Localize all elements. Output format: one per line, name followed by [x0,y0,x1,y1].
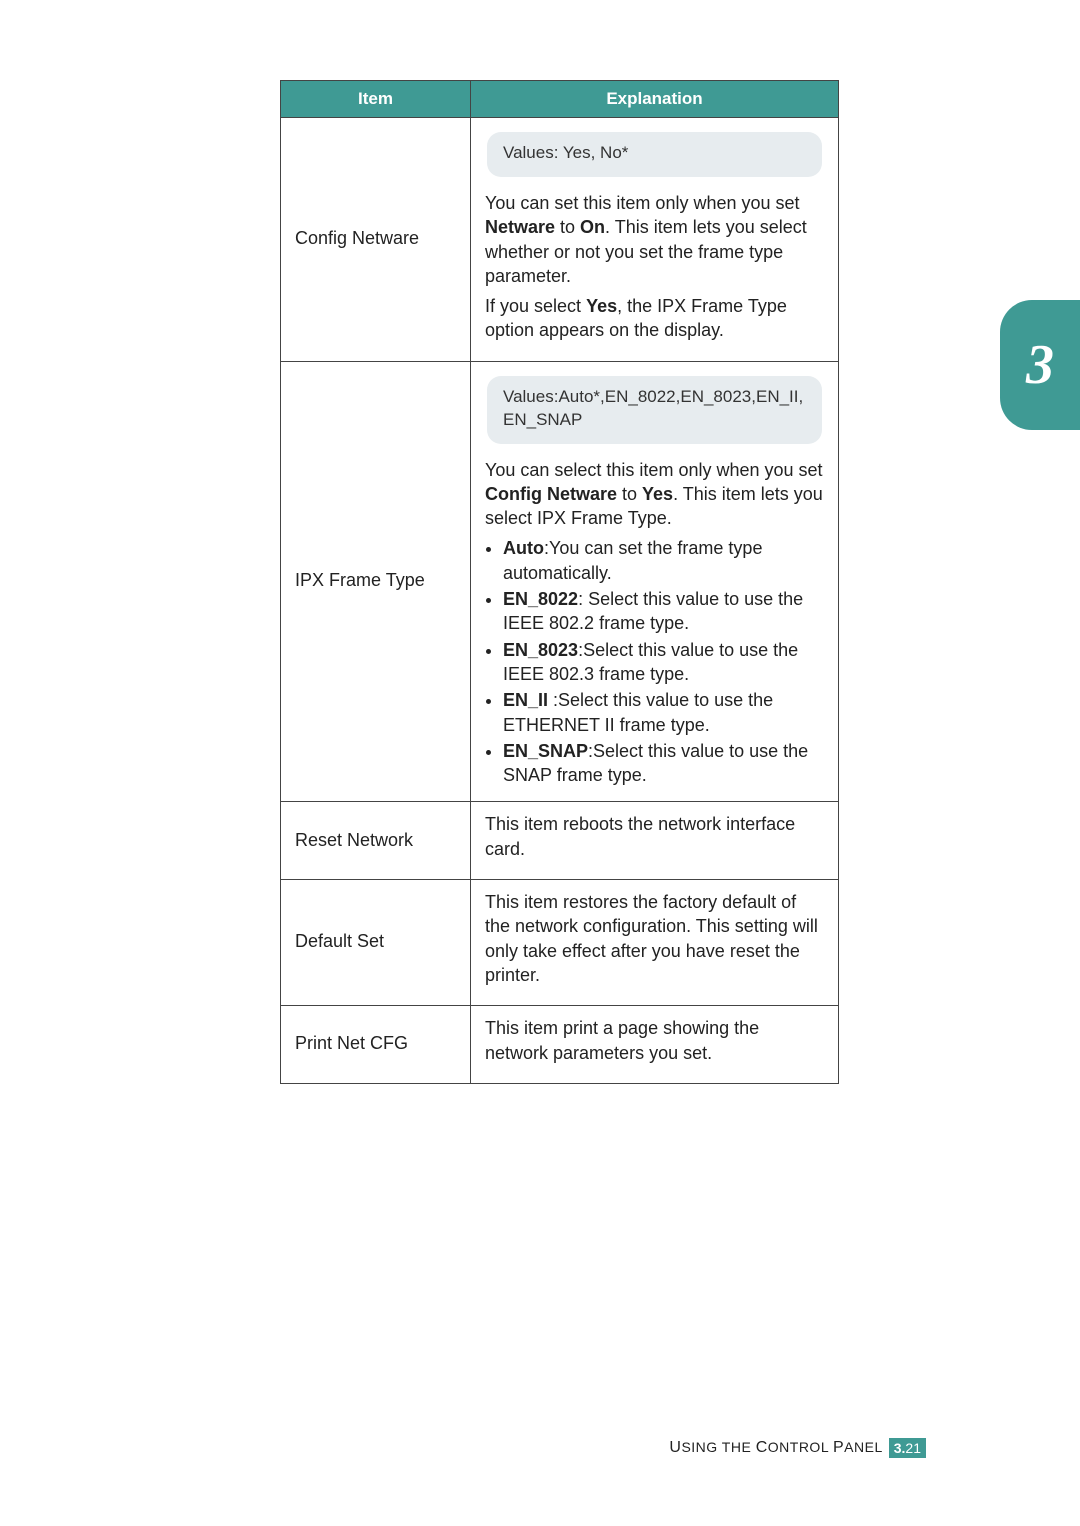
footer-section-title: USING THE CONTROL PANEL [669,1439,882,1457]
text-fragment: SING THE [681,1439,755,1455]
explanation-cell: This item print a page showing the netwo… [471,1006,839,1084]
item-name-ipx-frame-type: IPX Frame Type [281,361,471,802]
page-number-box: 3.21 [889,1438,926,1458]
text-fragment: You can select this item only when you s… [485,460,823,480]
text-fragment: P [833,1439,844,1456]
text-fragment: If you select [485,296,586,316]
values-pill: Values:Auto*,EN_8022,EN_8023,EN_II, EN_S… [487,376,822,444]
list-item: EN_8023:Select this value to use the IEE… [503,638,824,687]
list-item: Auto:You can set the frame type automati… [503,536,824,585]
bold-text: EN_II [503,690,548,710]
bold-text: On [580,217,605,237]
table-row: Default Set This item restores the facto… [281,880,839,1006]
bold-text: Yes [586,296,617,316]
explanation-text: If you select Yes, the IPX Frame Type op… [485,294,824,343]
explanation-text: You can set this item only when you set … [485,191,824,288]
table-header-row: Item Explanation [281,81,839,118]
page-footer: USING THE CONTROL PANEL 3.21 [669,1438,926,1458]
table-row: Reset Network This item reboots the netw… [281,802,839,880]
list-item: EN_SNAP:Select this value to use the SNA… [503,739,824,788]
item-name-print-net-cfg: Print Net CFG [281,1006,471,1084]
header-item: Item [281,81,471,118]
explanation-text: This item restores the factory default o… [485,890,824,987]
page-minor: 21 [905,1440,921,1456]
item-name-reset-network: Reset Network [281,802,471,880]
table-row: Config Netware Values: Yes, No* You can … [281,118,839,362]
explanation-cell: Values:Auto*,EN_8022,EN_8023,EN_II, EN_S… [471,361,839,802]
explanation-text: This item reboots the network interface … [485,812,824,861]
text-fragment: C [756,1439,768,1456]
list-item: EN_8022: Select this value to use the IE… [503,587,824,636]
item-name-config-netware: Config Netware [281,118,471,362]
page-major: 3. [894,1440,906,1456]
bold-text: Config Netware [485,484,617,504]
explanation-cell: This item reboots the network interface … [471,802,839,880]
text-fragment: ONTROL [768,1439,833,1455]
explanation-text: This item print a page showing the netwo… [485,1016,824,1065]
text-fragment: to [617,484,642,504]
values-pill: Values: Yes, No* [487,132,822,177]
document-page: 3 Item Explanation Config Netware Values… [0,0,1080,1526]
explanation-cell: Values: Yes, No* You can set this item o… [471,118,839,362]
table-row: Print Net CFG This item print a page sho… [281,1006,839,1084]
text-fragment: U [669,1439,681,1456]
table-row: IPX Frame Type Values:Auto*,EN_8022,EN_8… [281,361,839,802]
bold-text: EN_8022 [503,589,578,609]
bold-text: Netware [485,217,555,237]
bold-text: Yes [642,484,673,504]
text-fragment: ANEL [844,1439,883,1455]
options-list: Auto:You can set the frame type automati… [485,536,824,787]
chapter-side-tab: 3 [1000,300,1080,430]
list-item: EN_II :Select this value to use the ETHE… [503,688,824,737]
header-explanation: Explanation [471,81,839,118]
bold-text: EN_SNAP [503,741,588,761]
bold-text: Auto [503,538,544,558]
text-fragment: to [555,217,580,237]
explanation-text: You can select this item only when you s… [485,458,824,531]
text-fragment: You can set this item only when you set [485,193,800,213]
bold-text: EN_8023 [503,640,578,660]
settings-table: Item Explanation Config Netware Values: … [280,80,839,1084]
explanation-cell: This item restores the factory default o… [471,880,839,1006]
item-name-default-set: Default Set [281,880,471,1006]
chapter-number: 3 [1026,333,1054,397]
